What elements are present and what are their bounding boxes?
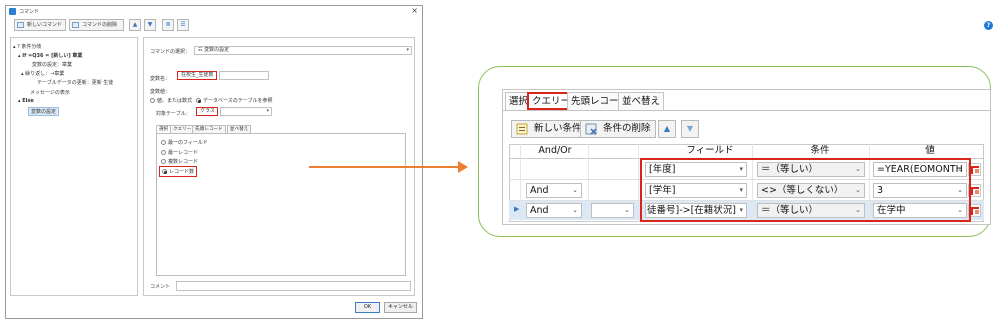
zoom-tab-sort[interactable]: 並べ替え bbox=[618, 92, 665, 110]
move-up-button[interactable]: ▲ bbox=[129, 19, 141, 31]
comment-input[interactable] bbox=[176, 281, 411, 291]
tree-node[interactable]: メッセージの表示 bbox=[30, 89, 70, 96]
option-multi-record[interactable]: 複数レコード bbox=[161, 158, 198, 165]
column-divider bbox=[638, 144, 639, 222]
radio-icon bbox=[161, 140, 166, 145]
radio-db-ref[interactable]: データベースのテーブルを参照 bbox=[196, 97, 272, 104]
chevron-down-icon: ⌄ bbox=[624, 206, 630, 214]
chevron-down-icon: ⌄ bbox=[572, 186, 578, 194]
move-down-button[interactable]: ▼ bbox=[681, 120, 699, 138]
move-down-button[interactable]: ▼ bbox=[144, 19, 156, 31]
callout-arrow-line bbox=[309, 166, 460, 168]
row-indicator-icon: ▶ bbox=[514, 205, 520, 213]
view-detail-button[interactable]: ≣ bbox=[162, 19, 174, 31]
comment-label: コメント bbox=[150, 284, 171, 290]
target-table-select[interactable]: クラス bbox=[196, 107, 218, 116]
delete-condition-icon bbox=[585, 123, 597, 135]
col-header-field: フィールド bbox=[686, 145, 734, 156]
paren-select[interactable]: ⌄ bbox=[591, 203, 634, 218]
conditions-highlight-box bbox=[640, 158, 971, 222]
tree-node[interactable]: ▴ 繰り返し：→章業 bbox=[21, 70, 64, 77]
delete-command-button[interactable]: コマンドの削除 bbox=[69, 19, 124, 31]
new-command-button[interactable]: 新しいコマンド bbox=[14, 19, 66, 31]
select-options-box: 最一のフィールド 最一レコード 複数レコード レコード数 bbox=[156, 133, 406, 276]
column-divider bbox=[520, 144, 521, 222]
andor-select[interactable]: And ⌄ bbox=[526, 183, 582, 198]
ok-button[interactable]: OK bbox=[355, 302, 380, 313]
radio-checked-icon bbox=[196, 98, 201, 103]
tab-divider bbox=[502, 110, 991, 111]
radio-checked-icon bbox=[162, 169, 167, 174]
target-table-select-ext[interactable]: ▾ bbox=[220, 107, 272, 116]
radio-icon bbox=[161, 150, 166, 155]
var-name-input-ext[interactable] bbox=[219, 71, 269, 80]
tree-node-selected[interactable]: 変数の設定 bbox=[28, 107, 60, 116]
delete-condition-button[interactable]: 条件の削除 bbox=[580, 120, 656, 138]
option-single-field[interactable]: 最一のフィールド bbox=[161, 139, 208, 146]
col-header-value: 値 bbox=[925, 145, 935, 156]
target-table-label: 対象テーブル： bbox=[156, 111, 191, 117]
chevron-down-icon: ⌄ bbox=[572, 206, 578, 214]
dialog-title-bar: コマンド × bbox=[6, 6, 422, 17]
var-value-label: 変数値： bbox=[150, 89, 171, 95]
var-name-input[interactable]: 在校生_生徒数 bbox=[177, 71, 217, 80]
cancel-button[interactable]: キャンセル bbox=[384, 302, 417, 313]
chevron-down-icon: ▾ bbox=[266, 108, 269, 114]
tree-node[interactable]: 変数の設定：章業 bbox=[32, 61, 72, 68]
tree-node[interactable]: テーブルデータの更新：更新 生徒 bbox=[37, 79, 113, 86]
new-command-icon bbox=[17, 22, 24, 28]
delete-command-icon bbox=[72, 22, 79, 28]
command-select-label: コマンドの選択： bbox=[150, 49, 191, 55]
arrow-right-icon bbox=[458, 161, 468, 173]
option-record-count[interactable]: レコード数 bbox=[159, 166, 198, 177]
move-up-button[interactable]: ▲ bbox=[658, 120, 676, 138]
app-icon bbox=[9, 8, 16, 15]
col-header-andor: And/Or bbox=[538, 145, 572, 156]
dialog-title: コマンド bbox=[19, 9, 40, 15]
var-name-label: 変数名： bbox=[150, 76, 171, 82]
radio-icon bbox=[150, 98, 155, 103]
close-icon[interactable]: × bbox=[411, 6, 418, 15]
new-condition-button[interactable]: 新しい条件 bbox=[511, 120, 587, 138]
tree-node[interactable]: ▴ Else bbox=[18, 98, 34, 104]
tree-node[interactable]: ▴ ? 条件分岐 bbox=[13, 43, 41, 50]
new-condition-icon bbox=[516, 123, 528, 135]
andor-select[interactable]: And ⌄ bbox=[526, 203, 582, 218]
chevron-down-icon: ▾ bbox=[406, 47, 409, 53]
view-list-button[interactable]: ☰ bbox=[177, 19, 189, 31]
col-header-condition: 条件 bbox=[810, 145, 830, 156]
tree-node[interactable]: ▴ If =Q36 = [新しい] 章業 bbox=[18, 52, 82, 59]
option-single-record[interactable]: 最一レコード bbox=[161, 149, 198, 156]
radio-value-expr[interactable]: 値、または数式 bbox=[150, 97, 192, 104]
help-icon[interactable]: ? bbox=[984, 21, 993, 30]
column-divider bbox=[588, 144, 589, 222]
command-select[interactable]: ☷ 変数の設定 ▾ bbox=[194, 46, 412, 55]
radio-icon bbox=[161, 159, 166, 164]
